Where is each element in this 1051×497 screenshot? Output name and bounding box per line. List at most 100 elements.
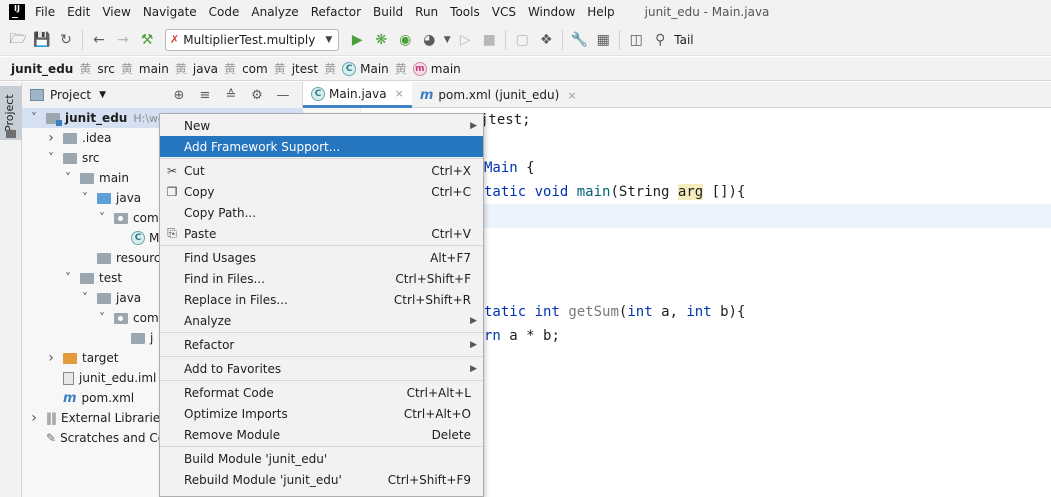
menu-item-shortcut: Ctrl+Alt+L: [406, 385, 471, 400]
debug-bug-icon[interactable]: ❋: [369, 28, 393, 52]
folder-icon: [80, 172, 94, 184]
breadcrumb-item-src[interactable]: src: [97, 62, 115, 76]
terminal-icon[interactable]: ◫: [624, 28, 648, 52]
menu-item-paste[interactable]: ⎘ Paste Ctrl+V: [160, 223, 483, 244]
menu-item-refactor[interactable]: Refactor ▶: [160, 334, 483, 355]
menu-view[interactable]: View: [96, 0, 136, 24]
menu-vcs[interactable]: VCS: [486, 0, 522, 24]
tab-label: Main.java: [329, 86, 387, 101]
chevron-right-icon[interactable]: ›: [28, 410, 40, 426]
stop-icon[interactable]: ■: [477, 28, 501, 52]
menu-item-add-framework-support[interactable]: Add Framework Support...: [160, 136, 483, 157]
menu-item-copy[interactable]: ❐ Copy Ctrl+C: [160, 181, 483, 202]
code-text: b){: [720, 304, 746, 320]
chevron-down-icon[interactable]: ▼: [99, 90, 106, 100]
menu-item-label: Find in Files...: [184, 271, 265, 286]
coverage-icon[interactable]: ◉: [393, 28, 417, 52]
hide-panel-icon[interactable]: —: [273, 85, 293, 105]
menu-item-find-usages[interactable]: Find Usages Alt+F7: [160, 247, 483, 268]
menu-file[interactable]: File: [35, 0, 61, 24]
forward-arrow-icon[interactable]: →: [111, 28, 135, 52]
menu-run[interactable]: Run: [409, 0, 444, 24]
close-icon[interactable]: ×: [395, 87, 404, 100]
chevron-right-icon[interactable]: ›: [45, 350, 57, 366]
breadcrumb-item-jtest[interactable]: jtest: [292, 62, 318, 76]
attach-device-icon[interactable]: ▢: [510, 28, 534, 52]
chevron-down-icon[interactable]: ˅: [96, 211, 108, 225]
menu-edit[interactable]: Edit: [61, 0, 96, 24]
expand-all-icon[interactable]: ≡: [195, 85, 215, 105]
class-icon: C: [131, 231, 145, 245]
close-icon[interactable]: ×: [567, 89, 576, 102]
build-hammer-icon[interactable]: ⚒: [135, 28, 159, 52]
chevron-down-icon[interactable]: ˅: [28, 111, 40, 125]
chevron-down-icon[interactable]: ˅: [62, 271, 74, 285]
chevron-right-icon: ⻩: [273, 62, 286, 76]
breadcrumb-method-label: main: [430, 61, 461, 76]
chevron-down-icon[interactable]: ˅: [79, 191, 91, 205]
test-config-icon: ✗: [170, 33, 180, 46]
breadcrumb-item-class-main[interactable]: C Main: [342, 61, 389, 76]
project-structure-icon[interactable]: ▦: [591, 28, 615, 52]
code-text: void: [534, 184, 569, 200]
breadcrumb: junit_edu ⻩ src ⻩ main ⻩ java ⻩ com ⻩ jt…: [0, 57, 1051, 81]
menu-bar: IJ File Edit View Navigate Code Analyze …: [0, 0, 1051, 24]
sync-icon[interactable]: ↻: [54, 28, 78, 52]
folder-icon: [63, 152, 77, 164]
menu-item-label: Remove Module: [184, 427, 281, 442]
search-icon[interactable]: ⚲: [648, 28, 672, 52]
breadcrumb-item-com[interactable]: com: [242, 62, 268, 76]
menu-item-reformat-code[interactable]: Reformat Code Ctrl+Alt+L: [160, 382, 483, 403]
run-icon[interactable]: ▶: [345, 28, 369, 52]
chevron-down-icon[interactable]: ˅: [79, 291, 91, 305]
menu-item-build-module-junit-edu[interactable]: Build Module 'junit_edu': [160, 448, 483, 469]
chevron-down-icon[interactable]: ˅: [96, 311, 108, 325]
menu-item-add-to-favorites[interactable]: Add to Favorites ▶: [160, 358, 483, 379]
package-icon: [114, 212, 128, 224]
locate-target-icon[interactable]: ⊕: [169, 85, 189, 105]
project-panel-title[interactable]: Project: [50, 88, 91, 102]
menu-refactor[interactable]: Refactor: [305, 0, 367, 24]
collapse-all-icon[interactable]: ≙: [221, 85, 241, 105]
tail-button[interactable]: Tail: [674, 33, 693, 47]
menu-item-analyze[interactable]: Analyze ▶: [160, 310, 483, 331]
save-icon[interactable]: 💾: [30, 28, 54, 52]
project-tool-tab-label: Project: [3, 94, 16, 132]
deploy-icon[interactable]: ❖: [534, 28, 558, 52]
menu-item-optimize-imports[interactable]: Optimize Imports Ctrl+Alt+O: [160, 403, 483, 424]
menu-navigate[interactable]: Navigate: [137, 0, 203, 24]
menu-help[interactable]: Help: [581, 0, 620, 24]
profile-icon[interactable]: ◕: [417, 28, 441, 52]
menu-item-label: Replace in Files...: [184, 292, 288, 307]
menu-code[interactable]: Code: [203, 0, 246, 24]
menu-item-new[interactable]: New ▶: [160, 115, 483, 136]
open-folder-icon[interactable]: 🗁: [6, 28, 30, 52]
tab-main-java[interactable]: C Main.java ×: [303, 82, 412, 108]
menu-item-copy-path[interactable]: Copy Path...: [160, 202, 483, 223]
run-configuration-select[interactable]: ✗ MultiplierTest.multiply ▼: [165, 28, 340, 51]
resume-icon[interactable]: ▷: [453, 28, 477, 52]
menu-item-rebuild-module-junit-edu[interactable]: Rebuild Module 'junit_edu' Ctrl+Shift+F9: [160, 469, 483, 490]
menu-window[interactable]: Window: [522, 0, 581, 24]
menu-item-cut[interactable]: ✂ Cut Ctrl+X: [160, 160, 483, 181]
breadcrumb-item-junit-edu[interactable]: junit_edu: [11, 62, 73, 76]
chevron-right-icon[interactable]: ›: [45, 130, 57, 146]
wrench-settings-icon[interactable]: 🔧: [567, 28, 591, 52]
class-icon: C: [311, 86, 325, 101]
breadcrumb-item-main[interactable]: main: [139, 62, 169, 76]
breadcrumb-item-java[interactable]: java: [193, 62, 218, 76]
menu-item-remove-module[interactable]: Remove Module Delete: [160, 424, 483, 445]
editor-tabs: C Main.java × m pom.xml (junit_edu) ×: [303, 82, 1051, 108]
menu-analyze[interactable]: Analyze: [245, 0, 304, 24]
chevron-down-icon[interactable]: ˅: [62, 171, 74, 185]
tab-pom-xml[interactable]: m pom.xml (junit_edu) ×: [412, 82, 585, 108]
breadcrumb-item-method-main[interactable]: m main: [412, 61, 461, 76]
gear-icon[interactable]: ⚙: [247, 85, 267, 105]
more-run-chevron-icon[interactable]: ▼: [441, 28, 453, 52]
menu-item-find-in-files[interactable]: Find in Files... Ctrl+Shift+F: [160, 268, 483, 289]
menu-tools[interactable]: Tools: [444, 0, 486, 24]
menu-build[interactable]: Build: [367, 0, 409, 24]
chevron-down-icon[interactable]: ˅: [45, 151, 57, 165]
menu-item-replace-in-files[interactable]: Replace in Files... Ctrl+Shift+R: [160, 289, 483, 310]
back-arrow-icon[interactable]: ←: [87, 28, 111, 52]
